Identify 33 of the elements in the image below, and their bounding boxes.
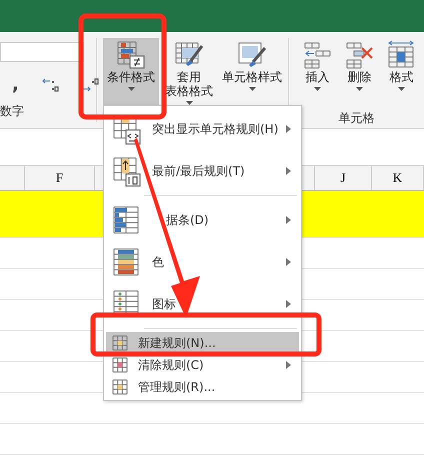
caret-icon: [248, 87, 256, 91]
delete-cells-icon: [344, 40, 374, 70]
menu-item[interactable]: 最前/最后规则(T): [106, 150, 299, 192]
caret-icon: [128, 87, 134, 91]
caret-icon: [314, 87, 321, 91]
number-format-field[interactable]: [0, 42, 84, 62]
menu-item[interactable]: 突出显示单元格规则(H): [106, 108, 299, 150]
column-header[interactable]: J: [315, 166, 372, 190]
conditional-format-icon: [116, 40, 146, 70]
column-header[interactable]: F: [25, 166, 95, 190]
insert-cells-icon: [302, 40, 332, 70]
column-header[interactable]: K: [372, 166, 424, 190]
manage-rules-icon: [112, 379, 128, 395]
group-label: 数字: [0, 103, 25, 120]
decrease-decimal-icon[interactable]: [80, 76, 99, 92]
cell-style-brush-icon: [237, 40, 267, 70]
ribbon-button[interactable]: 格式: [383, 38, 420, 110]
format-cells-icon: [386, 40, 416, 70]
eraser-icon: [112, 357, 128, 373]
comma-style-button[interactable]: ,: [12, 74, 19, 95]
menu-item[interactable]: 管理规则(R)...: [106, 376, 299, 398]
ribbon-button[interactable]: 套用 表格格式: [161, 38, 217, 110]
increase-decimal-icon[interactable]: [40, 76, 59, 92]
menu-item[interactable]: 据条(D): [106, 199, 299, 241]
caret-icon: [356, 87, 363, 91]
menu-item[interactable]: 清除规则(C): [106, 354, 299, 376]
group-label: 单元格: [338, 110, 376, 127]
ribbon-button[interactable]: 插入: [299, 38, 336, 110]
menu-item[interactable]: 色: [106, 241, 299, 283]
ribbon-button[interactable]: 删除: [341, 38, 378, 110]
caret-icon: [398, 87, 405, 91]
menu-item[interactable]: 新建规则(N)...: [106, 332, 299, 354]
new-rule-icon: [112, 335, 128, 351]
